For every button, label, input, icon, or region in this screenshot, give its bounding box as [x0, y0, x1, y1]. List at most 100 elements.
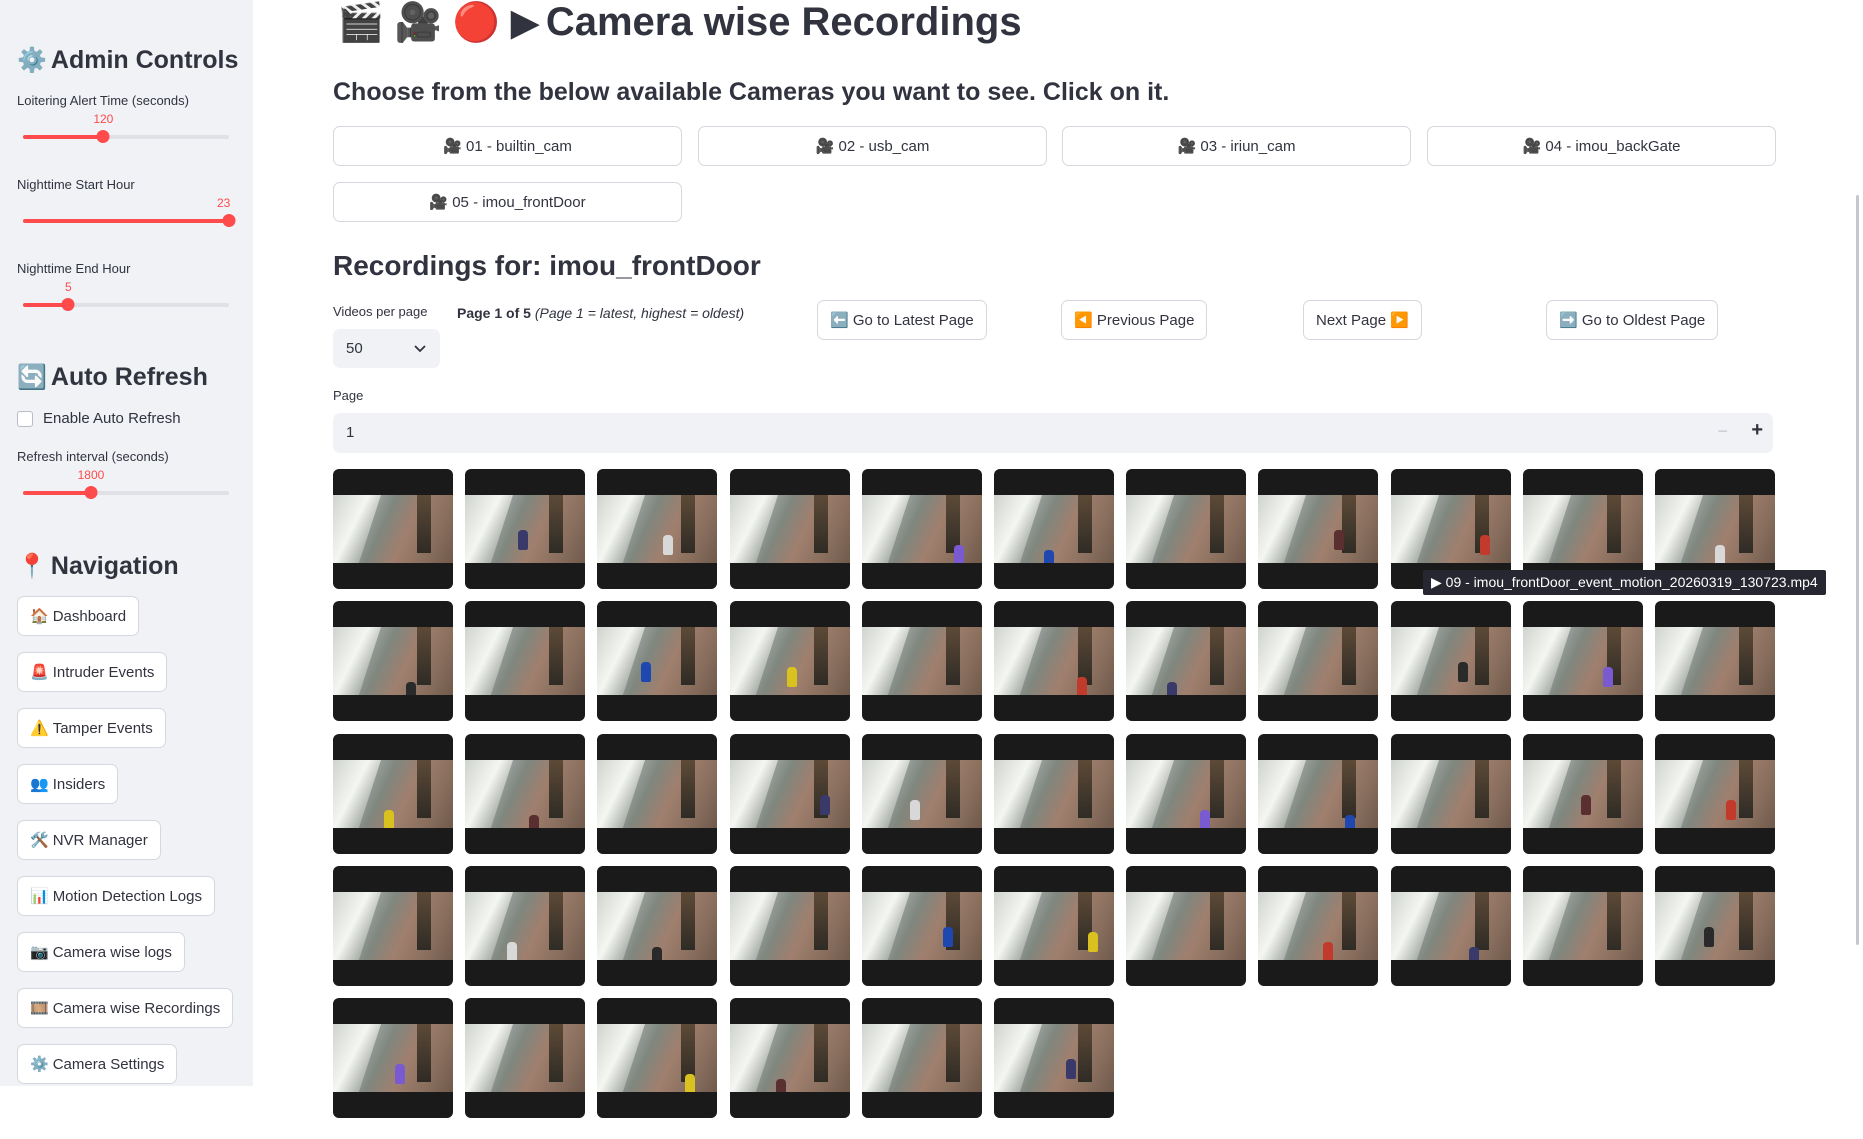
video-thumbnail[interactable]: [1390, 601, 1511, 722]
checkbox-box[interactable]: [17, 410, 33, 427]
video-thumbnail[interactable]: [1126, 469, 1247, 589]
nav-camera-wise-recordings-button[interactable]: 🎞️ Camera wise Recordings: [17, 988, 234, 1028]
person-figure: [1044, 550, 1054, 563]
video-thumbnail[interactable]: [1258, 733, 1379, 854]
night-start-slider[interactable]: Nighttime Start Hour 23: [17, 177, 236, 229]
video-thumbnail[interactable]: [333, 601, 453, 722]
page-number-value: 1: [346, 424, 355, 441]
video-thumbnail[interactable]: [1655, 733, 1775, 854]
video-thumbnail[interactable]: [333, 733, 453, 854]
video-thumbnail[interactable]: [1258, 865, 1379, 986]
video-thumbnail[interactable]: [1655, 601, 1775, 722]
nav-nvr-manager-button[interactable]: 🛠️ NVR Manager: [17, 820, 161, 860]
video-thumbnail[interactable]: [994, 865, 1114, 986]
film-icon: 🎞️: [30, 1000, 49, 1017]
camera-button-5[interactable]: 🎥 05 - imou_frontDoor: [333, 182, 682, 222]
video-thumbnail[interactable]: [994, 469, 1114, 589]
video-thumbnail[interactable]: [465, 601, 586, 722]
frame-door: [417, 627, 431, 686]
video-thumbnail[interactable]: [1655, 865, 1775, 986]
night-end-slider-track[interactable]: [23, 298, 229, 311]
arrow-right-icon: ➡️: [1559, 312, 1578, 329]
video-thumbnail[interactable]: [597, 998, 718, 1119]
video-thumbnail[interactable]: [465, 733, 586, 854]
previous-page-button[interactable]: ◀️ Previous Page: [1061, 300, 1208, 340]
camera-button-3[interactable]: 🎥 03 - iriun_cam: [1062, 126, 1411, 166]
video-thumbnail[interactable]: [729, 469, 850, 589]
video-thumbnail[interactable]: [1126, 865, 1247, 986]
video-thumbnail[interactable]: [333, 469, 453, 589]
video-thumbnail[interactable]: [861, 865, 982, 986]
frame-door: [1210, 759, 1225, 818]
video-thumbnail[interactable]: [333, 998, 453, 1119]
camera-button-4[interactable]: 🎥 04 - imou_backGate: [1427, 126, 1776, 166]
increment-button[interactable]: +: [1751, 419, 1763, 442]
night-end-slider[interactable]: Nighttime End Hour 5: [17, 261, 229, 313]
videos-per-page-value: 50: [346, 340, 363, 357]
video-thumbnail[interactable]: [465, 998, 586, 1119]
go-to-latest-page-button[interactable]: ⬅️ Go to Latest Page: [817, 300, 987, 340]
person-figure: [685, 1074, 696, 1093]
video-thumbnail[interactable]: [1258, 601, 1379, 722]
page-number-input[interactable]: 1 − +: [333, 413, 1773, 453]
night-start-slider-thumb[interactable]: [222, 214, 236, 227]
video-thumbnail[interactable]: [1522, 865, 1643, 986]
frame-wall: [861, 495, 910, 563]
video-thumbnail[interactable]: [465, 865, 586, 986]
night-end-slider-thumb[interactable]: [61, 298, 75, 311]
refresh-interval-track[interactable]: [23, 486, 229, 499]
loitering-slider-thumb[interactable]: [96, 130, 110, 143]
camera-button-2[interactable]: 🎥 02 - usb_cam: [698, 126, 1047, 166]
video-thumbnail[interactable]: [729, 601, 850, 722]
video-frame: [333, 759, 453, 828]
frame-wall: [333, 627, 381, 696]
video-thumbnail[interactable]: [597, 865, 718, 986]
video-thumbnail[interactable]: [1390, 865, 1511, 986]
loitering-slider[interactable]: Loitering Alert Time (seconds) 120: [17, 93, 229, 145]
go-to-oldest-page-button[interactable]: ➡️ Go to Oldest Page: [1546, 300, 1719, 340]
video-thumbnail[interactable]: [597, 469, 718, 589]
auto-refresh-checkbox[interactable]: Enable Auto Refresh: [17, 410, 181, 427]
video-frame: [1390, 495, 1511, 563]
video-thumbnail[interactable]: [597, 601, 718, 722]
video-thumbnail[interactable]: [994, 601, 1114, 722]
video-thumbnail[interactable]: [1126, 733, 1247, 854]
video-thumbnail[interactable]: [861, 998, 982, 1119]
video-thumbnail[interactable]: [1390, 733, 1511, 854]
loitering-slider-track[interactable]: [23, 130, 229, 143]
video-thumbnail[interactable]: [465, 469, 586, 589]
video-thumbnail[interactable]: [729, 733, 850, 854]
video-thumbnail[interactable]: [1522, 733, 1643, 854]
nav-motion-detection-logs-button[interactable]: 📊 Motion Detection Logs: [17, 876, 215, 916]
nav-tamper-events-button[interactable]: ⚠️ Tamper Events: [17, 708, 166, 748]
night-start-slider-track[interactable]: [23, 214, 236, 227]
refresh-interval-thumb[interactable]: [84, 486, 98, 499]
video-thumbnail[interactable]: [861, 469, 982, 589]
video-thumbnail[interactable]: [729, 998, 850, 1119]
video-thumbnail[interactable]: [861, 733, 982, 854]
camera-button-1[interactable]: 🎥 01 - builtin_cam: [333, 126, 682, 166]
frame-door: [681, 495, 696, 553]
nav-intruder-events-button[interactable]: 🚨 Intruder Events: [17, 652, 168, 692]
refresh-interval-slider[interactable]: Refresh interval (seconds) 1800: [17, 449, 229, 501]
video-thumbnail[interactable]: [333, 865, 453, 986]
nav-camera-settings-button[interactable]: ⚙️ Camera Settings: [17, 1044, 178, 1084]
decrement-button[interactable]: −: [1717, 421, 1728, 442]
video-thumbnail[interactable]: [729, 865, 850, 986]
video-thumbnail[interactable]: [994, 998, 1114, 1119]
frame-wall: [597, 759, 646, 828]
night-start-slider-label: Nighttime Start Hour: [17, 177, 135, 192]
video-thumbnail[interactable]: [1126, 601, 1247, 722]
page-scrollbar[interactable]: [1856, 195, 1859, 945]
next-page-button[interactable]: Next Page ▶️: [1303, 300, 1422, 340]
nav-dashboard-button[interactable]: 🏠 Dashboard: [17, 596, 140, 636]
nav-insiders-button[interactable]: 👥 Insiders: [17, 764, 119, 804]
video-thumbnail[interactable]: [597, 733, 718, 854]
video-thumbnail[interactable]: [1258, 469, 1379, 589]
video-thumbnail[interactable]: [1522, 601, 1643, 722]
video-frame: [597, 627, 718, 696]
video-thumbnail[interactable]: [861, 601, 982, 722]
nav-camera-wise-logs-button[interactable]: 📷 Camera wise logs: [17, 932, 185, 972]
videos-per-page-select[interactable]: 50: [333, 329, 440, 368]
video-thumbnail[interactable]: [994, 733, 1114, 854]
